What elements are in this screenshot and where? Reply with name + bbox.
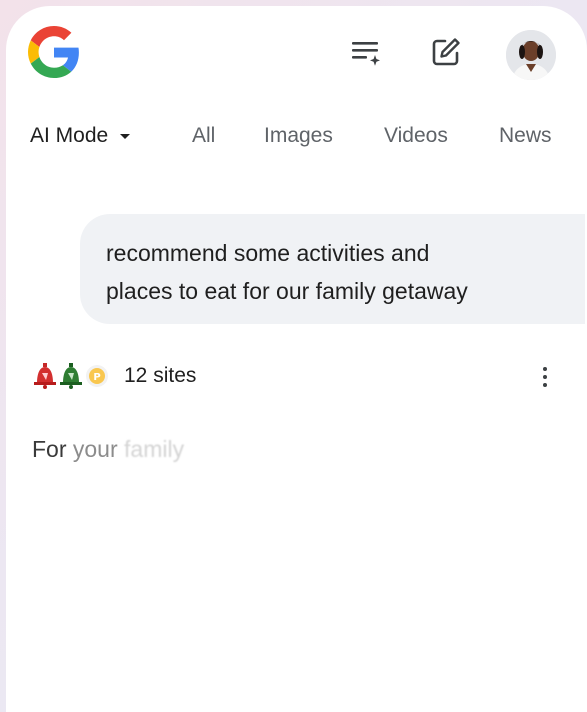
red-bell-icon [32, 362, 58, 390]
sites-count[interactable]: 12 sites [124, 364, 196, 388]
green-bell-icon [58, 362, 84, 390]
tab-all[interactable]: All [192, 124, 215, 148]
history-sparkle-icon[interactable] [348, 34, 384, 70]
search-mode-tabs: AI Mode All Images Videos News [6, 118, 587, 154]
tab-videos[interactable]: Videos [384, 124, 448, 148]
sources-row[interactable]: P 12 sites [32, 358, 196, 394]
svg-text:P: P [93, 372, 100, 383]
tab-news[interactable]: News [499, 124, 552, 148]
source-favicons: P [32, 362, 114, 390]
response-word-2: your [72, 436, 118, 462]
google-logo[interactable] [28, 26, 80, 78]
ai-response-text: For your family [32, 436, 184, 463]
tab-ai-mode[interactable]: AI Mode [30, 124, 131, 148]
phone-screen: AI Mode All Images Videos News recommend… [6, 6, 587, 712]
tab-ai-mode-label: AI Mode [30, 124, 109, 147]
yellow-p-icon: P [84, 362, 110, 390]
response-word-1: For [32, 436, 67, 462]
query-line-1: recommend some activities and [106, 240, 430, 266]
caret-down-icon [120, 133, 131, 139]
profile-avatar[interactable] [506, 30, 556, 80]
query-line-2: places to eat for our family getaway [106, 278, 468, 304]
tab-images[interactable]: Images [264, 124, 333, 148]
more-options-icon[interactable] [530, 360, 560, 394]
edit-icon[interactable] [428, 34, 464, 70]
user-query-bubble: recommend some activities and places to … [80, 214, 585, 324]
response-word-3: family [124, 436, 185, 462]
